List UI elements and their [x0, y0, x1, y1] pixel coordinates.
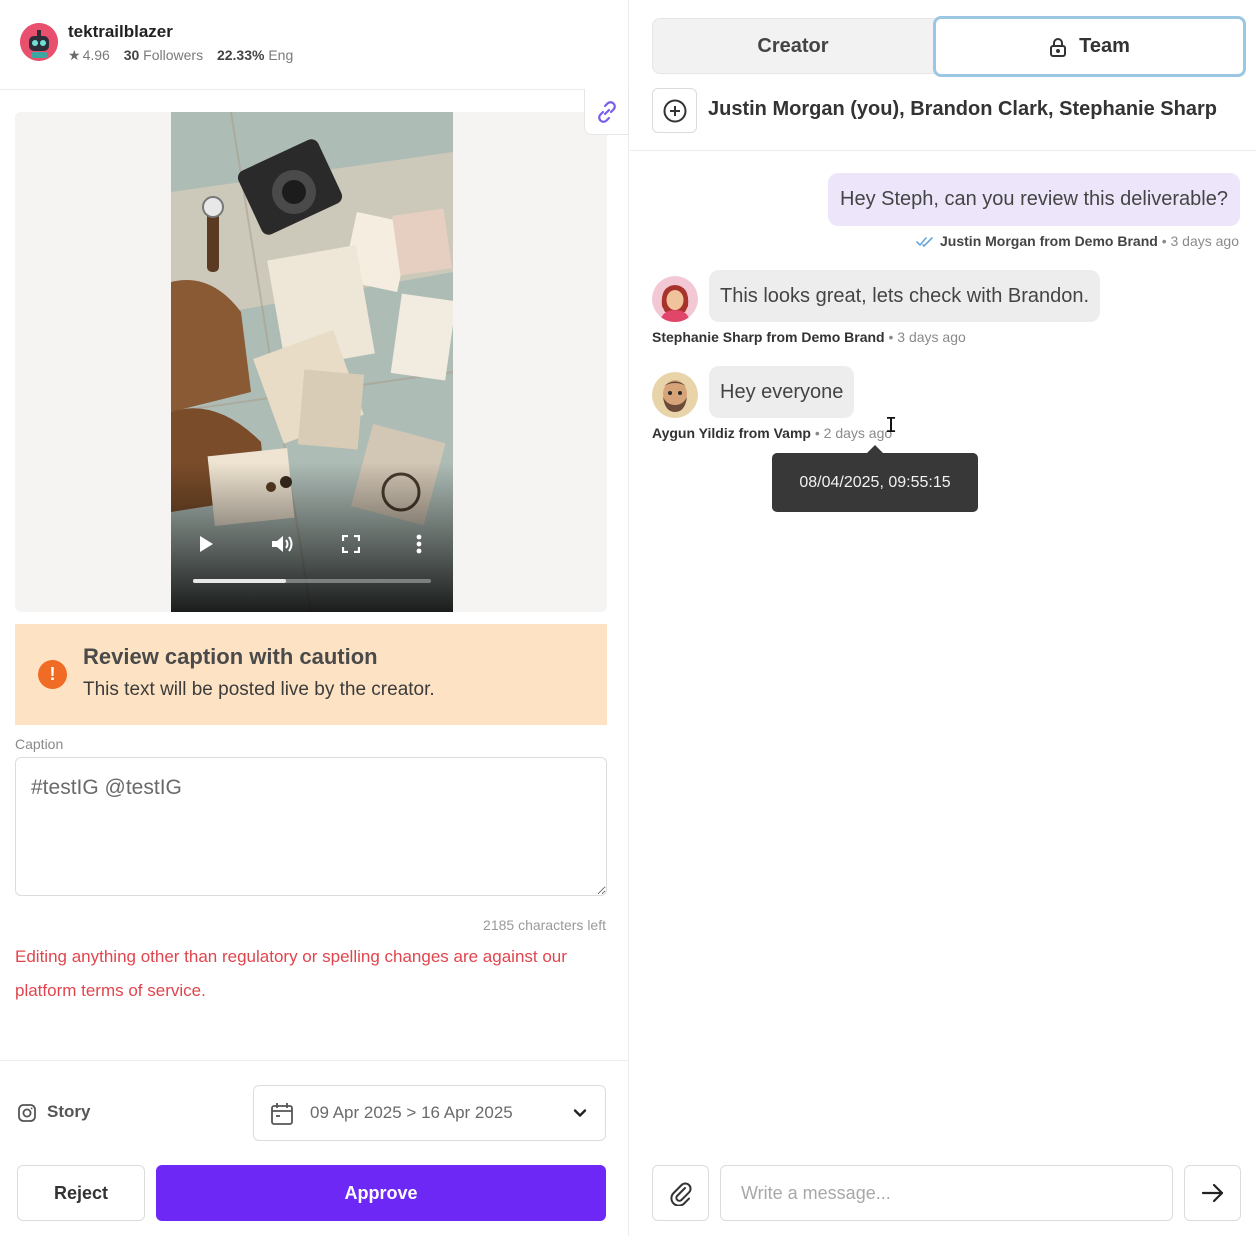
post-type-label: Story [47, 1102, 91, 1121]
chat-tabs: Creator Team [652, 16, 1246, 77]
text-cursor-icon: I [885, 413, 898, 437]
message-meta: Aygun Yildiz from Vamp • 2 days ago [652, 425, 893, 441]
terms-warning: Editing anything other than regulatory o… [15, 947, 567, 1000]
star-icon: ★ [68, 47, 81, 63]
copy-link-button[interactable] [584, 89, 629, 135]
message-bubble-outgoing: Hey Steph, can you review this deliverab… [828, 173, 1240, 226]
characters-left: 2185 characters left [483, 917, 606, 933]
avatar [652, 276, 698, 322]
add-member-button[interactable] [652, 88, 697, 133]
message-meta: Stephanie Sharp from Demo Brand • 3 days… [652, 329, 966, 345]
message-sender: Aygun Yildiz from Vamp [652, 425, 811, 441]
chat-members-row: Justin Morgan (you), Brandon Clark, Step… [630, 88, 1256, 151]
caution-banner: ! Review caption with caution This text … [15, 624, 607, 725]
divider [0, 1060, 629, 1061]
caption-label: Caption [15, 736, 64, 752]
date-range-value: 09 Apr 2025 > 16 Apr 2025 [310, 1103, 513, 1122]
tab-creator[interactable]: Creator [653, 19, 933, 73]
timestamp-tooltip: 08/04/2025, 09:55:15 [772, 445, 978, 512]
message-meta: Justin Morgan from Demo Brand • 3 days a… [916, 233, 1239, 250]
attach-button[interactable] [652, 1165, 709, 1221]
video-controls [171, 532, 453, 612]
message-time: 3 days ago [1170, 233, 1240, 249]
calendar-icon [271, 1103, 293, 1125]
creator-rating: 4.96 [82, 47, 110, 63]
play-icon[interactable] [193, 531, 219, 557]
paperclip-icon [669, 1182, 692, 1206]
read-receipt-icon [916, 234, 934, 250]
engagement-label: Eng [268, 47, 294, 63]
creator-username[interactable]: tektrailblazer [68, 22, 173, 42]
fullscreen-icon[interactable] [338, 531, 364, 557]
approve-button[interactable]: Approve [156, 1165, 606, 1221]
date-range-select[interactable]: 09 Apr 2025 > 16 Apr 2025 [253, 1085, 606, 1141]
message-sender: Stephanie Sharp from Demo Brand [652, 329, 885, 345]
message-input[interactable] [720, 1165, 1173, 1221]
lock-icon [1049, 37, 1067, 57]
tab-team[interactable]: Team [933, 16, 1246, 77]
message-bubble-incoming: This looks great, lets check with Brando… [709, 270, 1101, 322]
plus-circle-icon [663, 99, 686, 122]
caution-text: This text will be posted live by the cre… [83, 679, 435, 700]
message-time: 3 days ago [897, 329, 966, 345]
followers-label: Followers [143, 47, 204, 63]
chat-members: Justin Morgan (you), Brandon Clark, Step… [708, 98, 1217, 120]
arrow-right-icon [1201, 1183, 1223, 1203]
engagement-value: 22.33% [216, 47, 265, 63]
volume-icon[interactable] [270, 531, 296, 557]
message-sender: Justin Morgan from Demo Brand [940, 233, 1158, 249]
instagram-icon [18, 1104, 36, 1122]
message-bubble-incoming: Hey everyone [709, 366, 855, 418]
send-button[interactable] [1184, 1165, 1241, 1221]
chat-panel: Creator Team Justin Morgan (you), Brando… [630, 0, 1256, 1236]
more-options-icon[interactable] [406, 531, 432, 557]
alert-icon: ! [38, 660, 67, 689]
chevron-down-icon [573, 1109, 587, 1117]
caption-textarea[interactable]: #testIG @testIG [15, 757, 607, 896]
video-progress-bar[interactable] [193, 579, 431, 583]
link-icon [597, 100, 616, 123]
creator-avatar[interactable] [20, 23, 58, 61]
video-player[interactable] [171, 112, 453, 612]
message-time[interactable]: 2 days ago [824, 425, 893, 441]
creator-header: tektrailblazer ★ 4.96 30 Followers 22.33%… [0, 0, 629, 90]
creator-stats: ★ 4.96 30 Followers 22.33% Eng [68, 47, 293, 64]
avatar [652, 372, 698, 418]
video-progress-fill [193, 579, 286, 583]
caution-title: Review caption with caution [83, 644, 378, 669]
deliverable-panel: tektrailblazer ★ 4.96 30 Followers 22.33%… [0, 0, 629, 1236]
reject-button[interactable]: Reject [17, 1165, 145, 1221]
followers-count: 30 [123, 47, 140, 63]
tab-team-label: Team [1079, 35, 1130, 57]
